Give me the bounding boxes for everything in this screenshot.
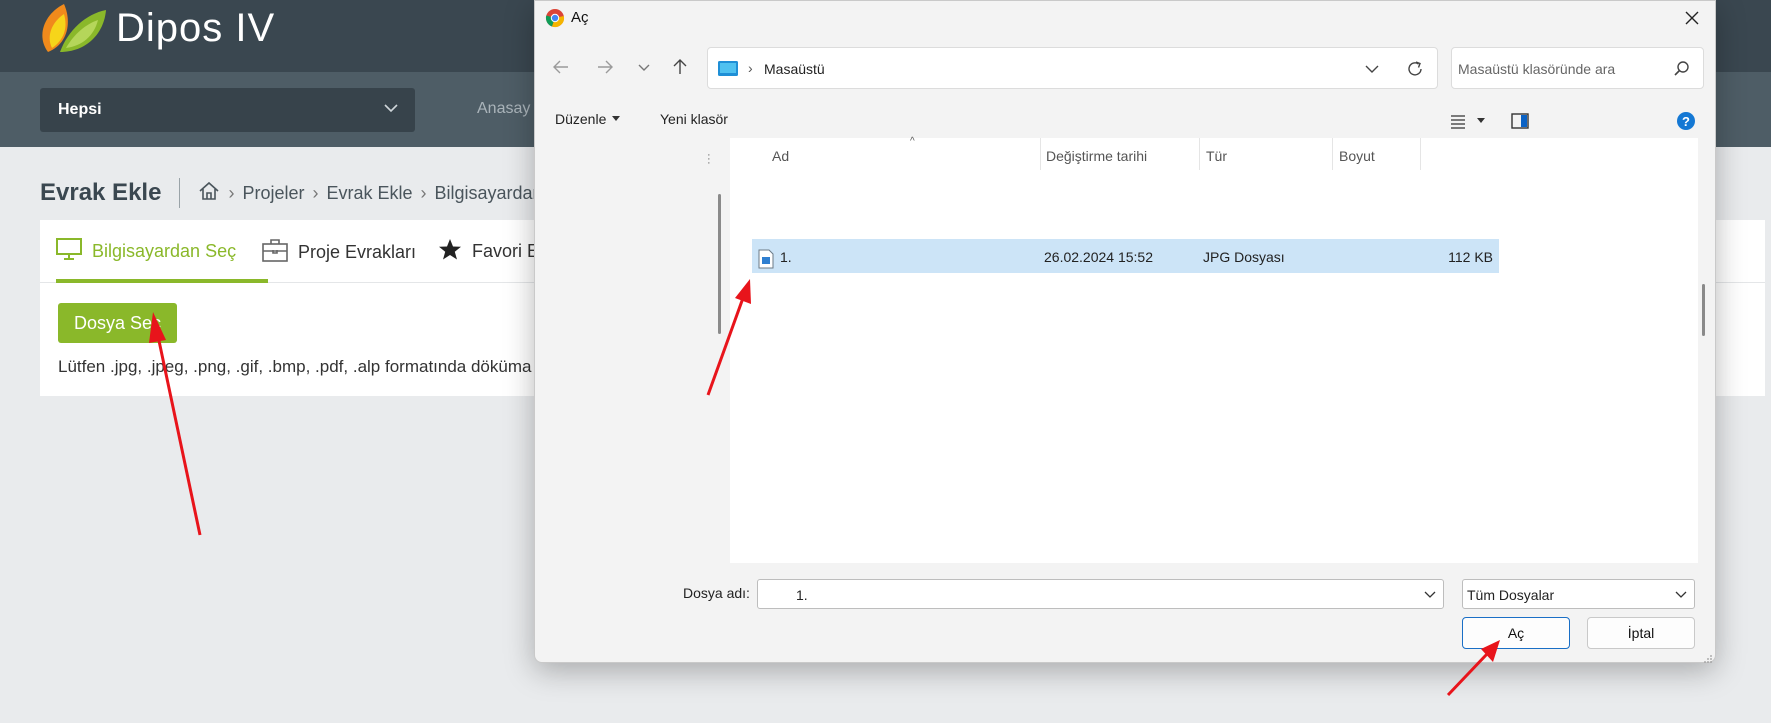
dialog-title: Aç (571, 9, 589, 26)
column-divider[interactable] (1199, 138, 1200, 170)
breadcrumb-item[interactable]: Projeler (242, 183, 304, 204)
chevron-right-icon: › (228, 182, 235, 203)
column-header: ^ Ad Değiştirme tarihi Tür Boyut (730, 136, 1698, 174)
close-icon[interactable] (1679, 5, 1705, 31)
caret-down-icon (612, 116, 621, 121)
logo-text: Dipos IV (116, 5, 276, 50)
image-file-icon (758, 249, 774, 269)
new-folder-button[interactable]: Yeni klasör (660, 111, 728, 127)
column-name[interactable]: Ad (772, 148, 789, 164)
file-type-value: Tüm Dosyalar (1467, 587, 1555, 603)
recent-locations-chevron-icon[interactable] (632, 55, 656, 79)
file-name-value: 1. (796, 587, 808, 603)
help-icon[interactable]: ? (1675, 110, 1697, 132)
tab-label: Proje Evrakları (298, 242, 417, 262)
star-icon (438, 238, 462, 265)
filter-select[interactable]: Hepsi (40, 88, 415, 132)
refresh-icon[interactable] (1405, 59, 1425, 79)
page-header: Evrak Ekle › Projeler › Evrak Ekle › Bil… (40, 178, 560, 208)
divider (179, 178, 181, 208)
file-name-input[interactable]: 1. (757, 579, 1444, 609)
filter-select-value: Hepsi (58, 101, 102, 118)
nav-link-home[interactable]: Anasay (477, 100, 530, 118)
file-name: 1. (780, 249, 792, 265)
address-bar[interactable]: › Masaüstü (707, 47, 1438, 89)
resize-grip-icon[interactable] (1703, 651, 1713, 663)
chrome-icon (545, 8, 565, 28)
file-type: JPG Dosyası (1203, 249, 1285, 265)
file-type-select[interactable]: Tüm Dosyalar (1462, 579, 1695, 609)
preview-pane-icon[interactable] (1509, 110, 1531, 132)
briefcase-icon (262, 238, 288, 267)
dialog-footer: Dosya adı: 1. Tüm Dosyalar Aç İptal (535, 563, 1715, 663)
tab-favorites[interactable]: Favori E (438, 238, 539, 265)
column-type[interactable]: Tür (1206, 148, 1227, 164)
column-size[interactable]: Boyut (1339, 148, 1375, 164)
file-modified: 26.02.2024 15:52 (1044, 249, 1153, 265)
tab-label: Favori E (472, 241, 540, 261)
navigation-pane[interactable] (535, 138, 708, 563)
column-divider[interactable] (1040, 138, 1041, 170)
open-file-dialog: Aç › Masaüstü Masaüstü klasöründe ara Dü… (534, 0, 1716, 663)
new-folder-label: Yeni klasör (660, 111, 728, 127)
format-hint: Lütfen .jpg, .jpeg, .png, .gif, .bmp, .p… (58, 357, 532, 376)
active-tab-indicator (56, 279, 268, 283)
organize-menu[interactable]: Düzenle (555, 111, 621, 127)
search-placeholder: Masaüstü klasöründe ara (1458, 61, 1616, 77)
chevron-down-icon (1674, 587, 1688, 601)
column-divider[interactable] (1332, 138, 1333, 170)
navigation-scrollbar[interactable] (718, 194, 721, 334)
file-size: 112 KB (1448, 249, 1493, 265)
view-options-icon[interactable] (1447, 110, 1469, 132)
file-list[interactable]: ^ Ad Değiştirme tarihi Tür Boyut 1. 26.0… (730, 136, 1698, 563)
chevron-right-icon: › (420, 182, 427, 203)
tab-label: Bilgisayardan Seç (92, 241, 237, 261)
file-list-scrollbar[interactable] (1702, 284, 1705, 336)
back-arrow-icon[interactable] (549, 55, 573, 79)
open-button[interactable]: Aç (1462, 617, 1570, 649)
caret-down-icon[interactable] (1470, 110, 1492, 132)
svg-text:?: ? (1682, 114, 1690, 129)
page-title: Evrak Ekle (40, 179, 162, 206)
file-row[interactable]: 1. 26.02.2024 15:52 JPG Dosyası 112 KB (752, 239, 1499, 273)
up-arrow-icon[interactable] (668, 55, 692, 79)
search-icon[interactable] (1673, 60, 1691, 78)
leaf-logo-icon (38, 0, 108, 56)
dialog-titlebar: Aç (535, 1, 1715, 35)
home-icon[interactable] (198, 181, 220, 206)
splitter-grip[interactable]: · · · (707, 150, 711, 169)
address-text: Masaüstü (764, 61, 825, 77)
chevron-down-icon[interactable] (1423, 587, 1437, 601)
column-divider[interactable] (1420, 138, 1421, 170)
chevron-right-icon: › (312, 182, 319, 203)
breadcrumb-item[interactable]: Evrak Ekle (326, 183, 412, 204)
sort-ascending-icon: ^ (910, 136, 915, 147)
choose-file-button[interactable]: Dosya Seç (58, 303, 177, 343)
command-bar: Düzenle Yeni klasör ? (535, 105, 1715, 137)
forward-arrow-icon[interactable] (593, 55, 617, 79)
chevron-down-icon[interactable] (1363, 60, 1381, 78)
file-name-label: Dosya adı: (683, 585, 750, 601)
cancel-button[interactable]: İptal (1587, 617, 1695, 649)
tab-project-documents[interactable]: Proje Evrakları (262, 238, 416, 267)
search-field[interactable]: Masaüstü klasöründe ara (1451, 47, 1704, 89)
organize-label: Düzenle (555, 111, 607, 127)
column-modified[interactable]: Değiştirme tarihi (1046, 148, 1147, 164)
monitor-icon (56, 238, 82, 265)
app-logo[interactable]: Dipos IV (38, 0, 275, 56)
breadcrumb: › Projeler › Evrak Ekle › Bilgisayardan … (198, 181, 560, 206)
tab-computer[interactable]: Bilgisayardan Seç (56, 238, 236, 265)
chevron-down-icon (381, 98, 401, 118)
navigation-row: › Masaüstü Masaüstü klasöründe ara (535, 45, 1715, 89)
chevron-right-icon: › (748, 60, 753, 76)
desktop-folder-icon (718, 61, 740, 77)
